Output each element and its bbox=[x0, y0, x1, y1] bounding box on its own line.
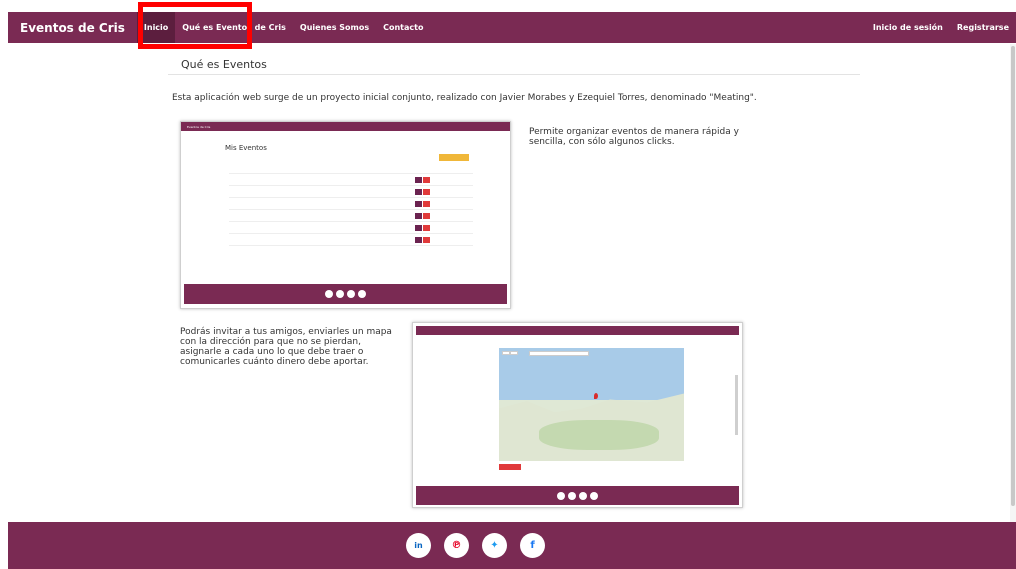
feature-text-invite: Podrás invitar a tus amigos, enviarles u… bbox=[180, 327, 392, 367]
pinterest-icon[interactable]: ℗ bbox=[444, 533, 469, 558]
mini-social-icon bbox=[336, 290, 344, 298]
nav-item-register[interactable]: Registrarse bbox=[950, 12, 1016, 43]
mini-send-button bbox=[499, 464, 521, 470]
nav-item-quienes-somos[interactable]: Quienes Somos bbox=[293, 12, 376, 43]
mini-footer bbox=[184, 284, 507, 304]
mini-social-icon bbox=[358, 290, 366, 298]
mini-social-icon bbox=[568, 491, 576, 500]
mini-social-icon bbox=[590, 491, 598, 500]
table-row bbox=[229, 210, 473, 222]
mini-social-icon bbox=[347, 290, 355, 298]
mini-map bbox=[499, 348, 684, 461]
map-park bbox=[539, 420, 659, 450]
mini-social-icon bbox=[325, 290, 333, 298]
map-pin-icon bbox=[594, 393, 598, 399]
mini-social-icon bbox=[557, 491, 565, 500]
mini-events-table bbox=[229, 168, 473, 246]
table-row bbox=[229, 198, 473, 210]
brand-logo[interactable]: Eventos de Cris bbox=[8, 21, 137, 35]
mini-brand: Eventos de Cris bbox=[187, 124, 211, 129]
table-row bbox=[229, 186, 473, 198]
nav-item-login[interactable]: Inicio de sesión bbox=[866, 12, 950, 43]
title-divider bbox=[168, 74, 860, 75]
map-screenshot bbox=[412, 322, 743, 508]
mini-social-icon bbox=[579, 491, 587, 500]
table-row bbox=[229, 222, 473, 234]
footer bbox=[8, 522, 1016, 569]
map-sea bbox=[499, 348, 684, 400]
table-row bbox=[229, 174, 473, 186]
highlight-box bbox=[138, 2, 252, 49]
nav-item-contacto[interactable]: Contacto bbox=[376, 12, 430, 43]
nav-right-group: Inicio de sesión Registrarse bbox=[866, 12, 1016, 43]
twitter-icon[interactable]: ✦ bbox=[482, 533, 507, 558]
mini-heading: Mis Eventos bbox=[225, 144, 267, 152]
feature-text-organize: Permite organizar eventos de manera rápi… bbox=[529, 127, 739, 147]
page-scrollbar-thumb[interactable] bbox=[1011, 46, 1015, 506]
facebook-icon[interactable]: f bbox=[520, 533, 545, 558]
mini-navbar bbox=[416, 326, 739, 335]
mini-footer bbox=[416, 486, 739, 505]
page-title: Qué es Eventos bbox=[181, 58, 267, 71]
map-type-control bbox=[502, 351, 518, 355]
mini-new-event-button bbox=[439, 154, 469, 161]
table-row bbox=[229, 234, 473, 246]
mini-navbar: Eventos de Cris bbox=[181, 122, 510, 131]
events-list-screenshot: Eventos de Cris Mis Eventos bbox=[180, 121, 511, 309]
map-search-box bbox=[529, 351, 589, 356]
mini-scrollbar bbox=[735, 375, 738, 435]
intro-text: Esta aplicación web surge de un proyecto… bbox=[172, 93, 757, 103]
linkedin-icon[interactable]: in bbox=[406, 533, 431, 558]
